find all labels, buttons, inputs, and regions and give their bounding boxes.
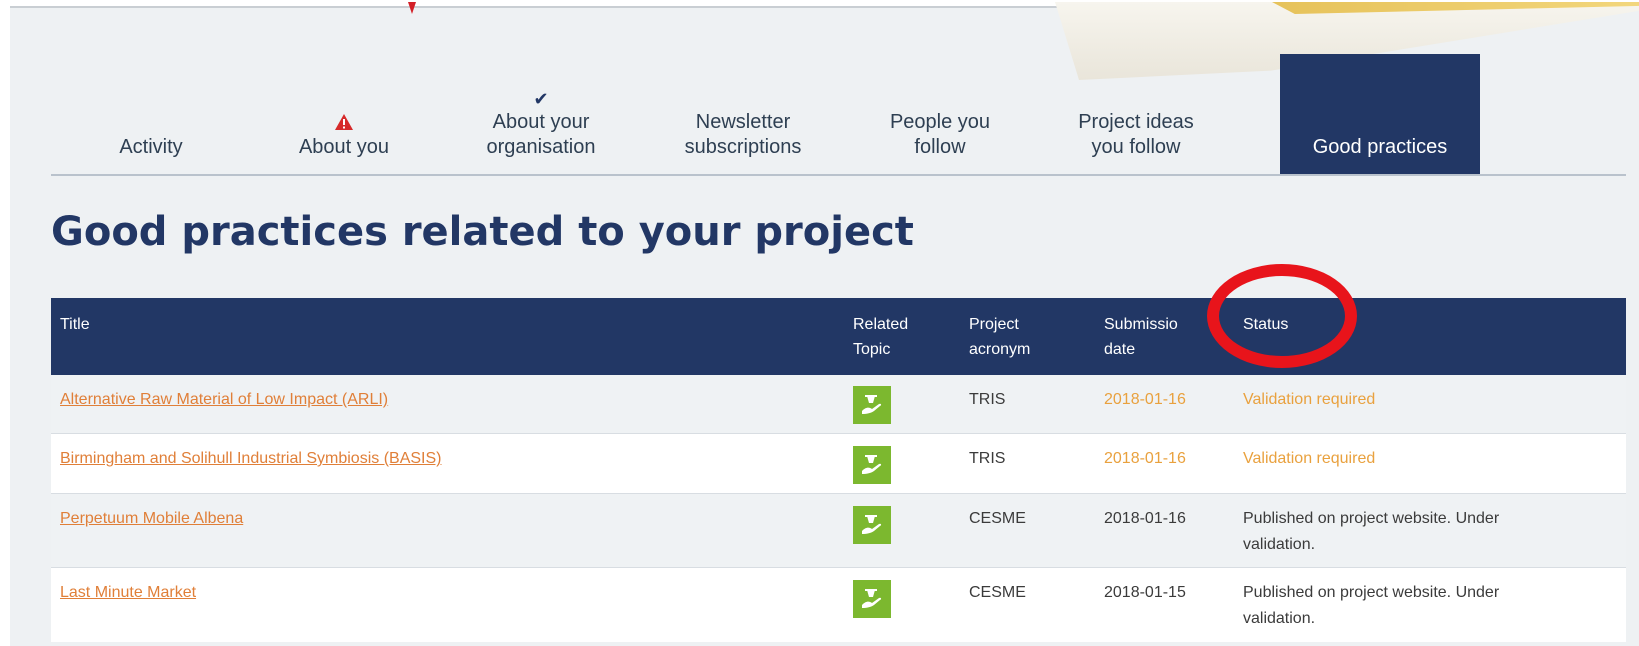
column-header-related-topic[interactable]: Related Topic (853, 312, 908, 362)
practice-title-link[interactable]: Alternative Raw Material of Low Impact (… (60, 387, 388, 413)
status-text: Validation required (1243, 450, 1376, 467)
column-header-project-acronym[interactable]: Project acronym (969, 312, 1030, 362)
table-row: Last Minute Market CESME 2018-01-15 Publ… (51, 568, 1626, 642)
table-header: Title Related Topic Project acronym Subm… (51, 298, 1626, 375)
status-text: Validation required (1243, 391, 1376, 408)
tab-label: People you (889, 111, 991, 133)
tab-newsletter-subscriptions[interactable]: Newsletter subscriptions (643, 54, 843, 174)
tab-label: Project ideas (1078, 111, 1194, 133)
submission-date: 2018-01-15 (1104, 584, 1186, 601)
map-pin-icon (408, 2, 416, 14)
tab-label: About you (298, 136, 390, 158)
tab-label: About your (492, 111, 590, 133)
column-header-title[interactable]: Title (60, 312, 90, 337)
table-row: Birmingham and Solihull Industrial Symbi… (51, 434, 1626, 494)
check-icon: ✔ (533, 89, 549, 109)
page-title: Good practices related to your project (51, 209, 914, 255)
practice-title-link[interactable]: Perpetuum Mobile Albena (60, 506, 243, 532)
tab-label: Newsletter (695, 111, 791, 133)
submission-date: 2018-01-16 (1104, 450, 1186, 467)
tab-label: organisation (486, 136, 596, 158)
warning-icon (335, 114, 353, 130)
practice-title-link[interactable]: Last Minute Market (60, 580, 196, 606)
table-row: Alternative Raw Material of Low Impact (… (51, 375, 1626, 434)
tabs-underline (51, 174, 1626, 176)
top-border (10, 6, 1060, 8)
practice-title-link[interactable]: Birmingham and Solihull Industrial Symbi… (60, 446, 441, 472)
tab-activity[interactable]: Activity (51, 54, 251, 174)
profile-tabs: Activity About you ✔ About your organisa… (51, 54, 1626, 176)
project-acronym: TRIS (969, 450, 1006, 467)
waste-hand-icon (853, 446, 891, 484)
submission-date: 2018-01-16 (1104, 391, 1186, 408)
waste-hand-icon (853, 386, 891, 424)
project-acronym: CESME (969, 510, 1026, 527)
tab-good-practices[interactable]: Good practices (1280, 54, 1480, 174)
annotation-circle (1207, 264, 1357, 368)
table-row: Perpetuum Mobile Albena CESME 2018-01-16… (51, 494, 1626, 568)
submission-date: 2018-01-16 (1104, 510, 1186, 527)
page-frame: Activity About you ✔ About your organisa… (10, 2, 1639, 646)
tab-people-you-follow[interactable]: People you follow (840, 54, 1040, 174)
status-text: Published on project website. Under vali… (1243, 584, 1500, 627)
tab-project-ideas-you-follow[interactable]: Project ideas you follow (1036, 54, 1236, 174)
project-acronym: CESME (969, 584, 1026, 601)
tab-label: you follow (1091, 136, 1181, 158)
project-acronym: TRIS (969, 391, 1006, 408)
waste-hand-icon (853, 580, 891, 618)
tab-label: Activity (119, 136, 183, 158)
good-practices-table: Title Related Topic Project acronym Subm… (51, 298, 1626, 642)
tab-label: Good practices (1312, 136, 1448, 158)
column-header-submission-date[interactable]: Submissio date (1104, 312, 1196, 362)
status-text: Published on project website. Under vali… (1243, 510, 1500, 553)
tab-about-you[interactable]: About you (244, 54, 444, 174)
tab-label: follow (914, 136, 966, 158)
tab-about-your-organisation[interactable]: ✔ About your organisation (441, 54, 641, 174)
waste-hand-icon (853, 506, 891, 544)
tab-label: subscriptions (684, 136, 802, 158)
